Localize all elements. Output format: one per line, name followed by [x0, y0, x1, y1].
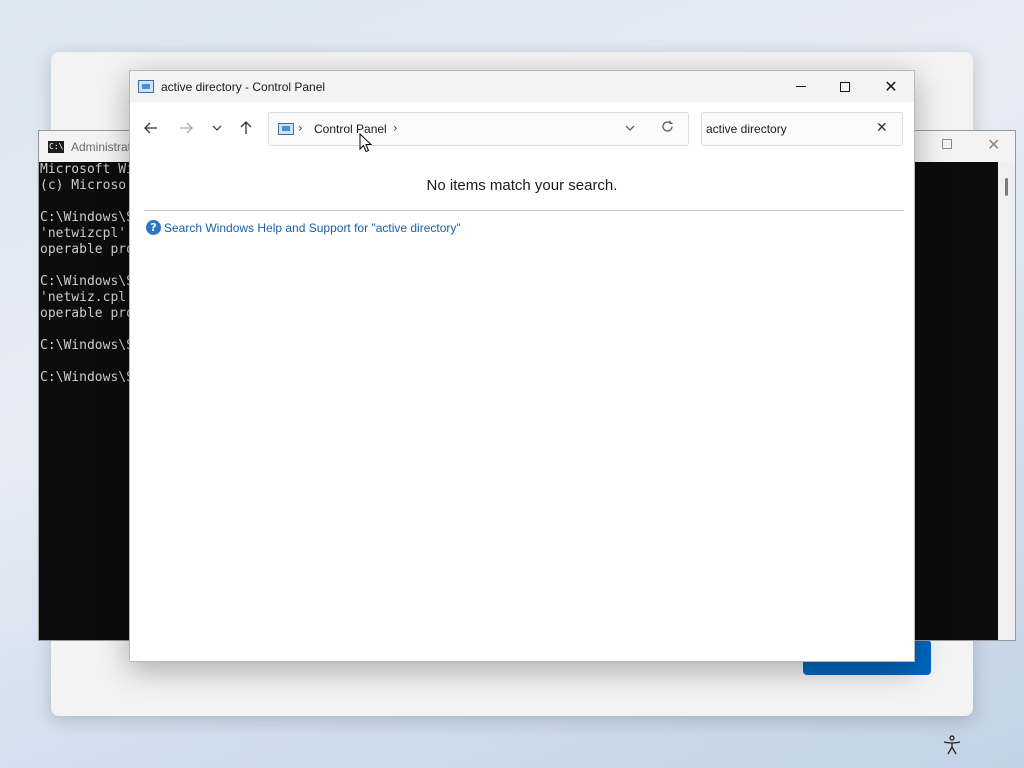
- console-maximize-button[interactable]: [942, 139, 954, 151]
- minimize-icon: [796, 86, 806, 87]
- control-panel-window[interactable]: active directory - Control Panel ✕ › Con…: [129, 70, 915, 662]
- forward-arrow-icon: [180, 122, 193, 134]
- no-results-message: No items match your search.: [426, 177, 618, 194]
- forward-button[interactable]: [173, 117, 199, 139]
- console-close-button[interactable]: ✕: [987, 135, 1000, 154]
- address-bar[interactable]: › Control Panel ›: [268, 112, 689, 146]
- refresh-icon: [662, 120, 673, 132]
- clear-search-button[interactable]: ✕: [876, 120, 888, 136]
- window-title: active directory - Control Panel: [161, 79, 326, 94]
- search-input[interactable]: [706, 120, 866, 138]
- breadcrumb-separator-icon[interactable]: ›: [393, 121, 398, 135]
- up-arrow-icon: [240, 121, 252, 134]
- close-button[interactable]: ✕: [868, 71, 914, 102]
- maximize-button[interactable]: [822, 71, 868, 102]
- breadcrumb-separator-icon[interactable]: ›: [298, 121, 303, 135]
- chevron-down-icon: [212, 125, 222, 131]
- help-link-row[interactable]: ? Search Windows Help and Support for "a…: [146, 220, 461, 235]
- console-scrollbar-thumb[interactable]: [1005, 178, 1008, 196]
- chevron-down-icon: [625, 125, 635, 131]
- search-box[interactable]: ✕: [701, 112, 903, 146]
- address-dropdown-button[interactable]: [625, 121, 635, 134]
- back-arrow-icon: [144, 122, 157, 134]
- breadcrumb-control-panel[interactable]: Control Panel: [314, 122, 387, 136]
- divider: [144, 210, 904, 211]
- up-button[interactable]: [233, 117, 259, 139]
- back-button[interactable]: [138, 117, 164, 139]
- maximize-icon: [840, 81, 850, 92]
- accessibility-icon[interactable]: [941, 734, 963, 756]
- close-icon: ✕: [876, 120, 888, 136]
- control-panel-app-icon: [138, 80, 154, 93]
- console-title: Administrat: [71, 139, 132, 154]
- control-panel-location-icon: [278, 123, 294, 135]
- search-help-link[interactable]: Search Windows Help and Support for "act…: [164, 221, 461, 235]
- help-icon: ?: [146, 220, 161, 235]
- console-scrollbar[interactable]: [998, 162, 1015, 640]
- minimize-button[interactable]: [778, 71, 824, 102]
- refresh-button[interactable]: [661, 119, 674, 137]
- recent-locations-button[interactable]: [204, 117, 230, 139]
- close-icon: ✕: [884, 77, 898, 96]
- console-app-icon: C:\: [48, 140, 64, 153]
- mouse-cursor-icon: [359, 133, 373, 153]
